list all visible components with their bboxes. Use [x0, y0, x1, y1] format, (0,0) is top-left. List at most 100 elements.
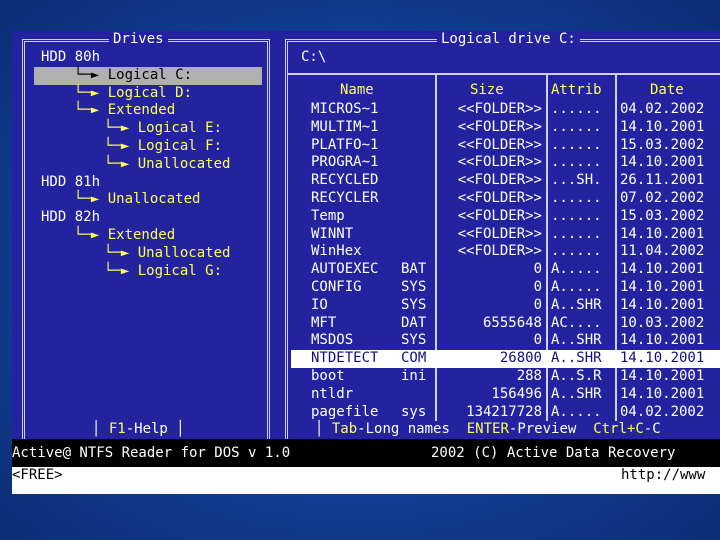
file-attrib: A.....	[551, 261, 602, 278]
current-path: C:\	[301, 49, 327, 65]
hint-ctrlc-label: -C	[643, 421, 661, 437]
file-name: MFT	[311, 314, 337, 331]
file-size: <<FOLDER>>	[457, 225, 542, 242]
file-ext: sys	[401, 403, 427, 420]
file-ext: SYS	[401, 279, 427, 295]
file-date: 14.10.2001	[620, 350, 705, 367]
free-label: <FREE>	[12, 467, 63, 483]
status-bar: Active@ NTFS Reader for DOS v 1.0 2002 (…	[12, 439, 720, 467]
file-date: 15.03.2002	[620, 207, 705, 224]
file-attrib: A.....	[551, 403, 602, 420]
hint-enter-key[interactable]: ENTER	[467, 421, 509, 437]
file-size: <<FOLDER>>	[457, 243, 542, 260]
file-name: Temp	[311, 207, 345, 224]
file-size: 0	[533, 279, 542, 295]
file-attrib: A..SHR	[551, 332, 602, 349]
help-label: -Help	[125, 421, 168, 437]
partition-node[interactable]: └─► Logical G:	[104, 263, 222, 281]
file-name: ntldr	[311, 385, 354, 402]
footer-bar: <FREE> http://www	[12, 467, 720, 494]
file-name: boot	[311, 368, 345, 384]
file-attrib: ......	[551, 225, 602, 242]
hint-enter-label: -Preview	[508, 421, 577, 437]
file-name: AUTOEXEC	[311, 261, 379, 278]
file-size: <<FOLDER>>	[457, 136, 542, 153]
file-attrib: A..S.R	[551, 368, 602, 384]
file-name: PROGRA~1	[311, 154, 379, 171]
help-hint: │ F1-Help │	[89, 421, 188, 439]
column-header-attrib[interactable]: Attrib	[551, 82, 602, 100]
file-attrib: A..SHR	[551, 385, 602, 402]
partition-node[interactable]: └─► Unallocated	[74, 191, 200, 209]
path-separator	[288, 73, 720, 75]
file-date: 14.10.2001	[620, 385, 705, 402]
copyright: 2002 (C) Active Data Recovery	[431, 445, 676, 461]
column-header-date[interactable]: Date	[650, 82, 684, 100]
hint-tab-key[interactable]: Tab	[332, 421, 357, 437]
hint-tab-label: -Long names	[357, 421, 450, 437]
partition-node[interactable]: └─► Logical F:	[104, 138, 222, 156]
drives-panel-title: Drives	[109, 31, 168, 48]
file-size: 156496	[491, 385, 542, 402]
file-attrib: A.....	[551, 279, 602, 295]
file-date: 26.11.2001	[620, 172, 705, 189]
file-ext: BAT	[401, 261, 427, 278]
file-size: <<FOLDER>>	[457, 101, 542, 117]
file-date: 14.10.2001	[620, 118, 705, 135]
file-date: 04.02.2002	[620, 403, 705, 420]
help-key[interactable]: F1	[109, 421, 126, 437]
file-name: MULTIM~1	[311, 118, 379, 135]
file-date: 14.10.2001	[620, 296, 705, 313]
file-attrib: ......	[551, 243, 602, 260]
file-ext: COM	[401, 350, 427, 367]
file-attrib: AC....	[551, 314, 602, 331]
partition-node[interactable]: └─► Unallocated	[104, 245, 230, 263]
files-panel-title: Logical drive C:	[437, 31, 580, 48]
drive-node[interactable]: HDD 81h	[41, 174, 100, 192]
file-attrib: ......	[551, 190, 602, 206]
hint-ctrlc-key[interactable]: Ctrl+C	[593, 421, 644, 437]
file-size: <<FOLDER>>	[457, 154, 542, 171]
file-attrib: A..SHR	[551, 296, 602, 313]
file-date: 07.02.2002	[620, 190, 705, 206]
partition-node[interactable]: └─► Logical E:	[104, 120, 222, 138]
file-attrib: ...SH.	[551, 172, 602, 189]
file-size: <<FOLDER>>	[457, 207, 542, 224]
file-size: 0	[533, 332, 542, 349]
file-name: RECYCLED	[311, 172, 379, 189]
file-ext: SYS	[401, 332, 427, 349]
partition-node[interactable]: └─► Logical D:	[74, 85, 192, 103]
website-url[interactable]: http://www	[621, 468, 705, 482]
file-size: 288	[516, 368, 542, 384]
partition-node[interactable]: └─► Logical C:	[34, 66, 262, 85]
dos-screen: Drives HDD 80h └─► Logical C: └─► Logical …	[12, 31, 720, 494]
key-hints: │ Tab-Long names ENTER-Preview Ctrl+C-C	[312, 421, 664, 439]
drive-node[interactable]: HDD 80h	[41, 49, 100, 67]
partition-node[interactable]: └─► Extended	[74, 102, 175, 120]
file-date: 14.10.2001	[620, 279, 705, 295]
file-name: IO	[311, 296, 328, 313]
app-name: Active@ NTFS Reader for DOS v 1.0	[12, 445, 291, 461]
file-date: 10.03.2002	[620, 314, 705, 331]
file-attrib: ......	[551, 101, 602, 117]
partition-node[interactable]: └─► Extended	[74, 227, 175, 245]
file-name: CONFIG	[311, 279, 362, 295]
file-size: 26800	[499, 350, 542, 367]
partition-node[interactable]: └─► Unallocated	[104, 156, 230, 174]
file-attrib: ......	[551, 207, 602, 224]
file-date: 14.10.2001	[620, 154, 705, 171]
drive-node[interactable]: HDD 82h	[41, 209, 100, 227]
column-header-name[interactable]: Name	[340, 82, 374, 100]
file-ext: SYS	[401, 296, 427, 313]
file-name: NTDETECT	[311, 350, 379, 367]
file-name: RECYCLER	[311, 190, 379, 206]
file-size: 0	[533, 261, 542, 278]
file-size: 0	[533, 296, 542, 313]
file-attrib: A..SHR	[551, 350, 602, 367]
column-header-size[interactable]: Size	[470, 82, 504, 100]
file-ext: DAT	[401, 314, 427, 331]
file-attrib: ......	[551, 136, 602, 153]
file-date: 15.03.2002	[620, 136, 705, 153]
file-date: 14.10.2001	[620, 332, 705, 349]
file-name: MICROS~1	[311, 101, 379, 117]
